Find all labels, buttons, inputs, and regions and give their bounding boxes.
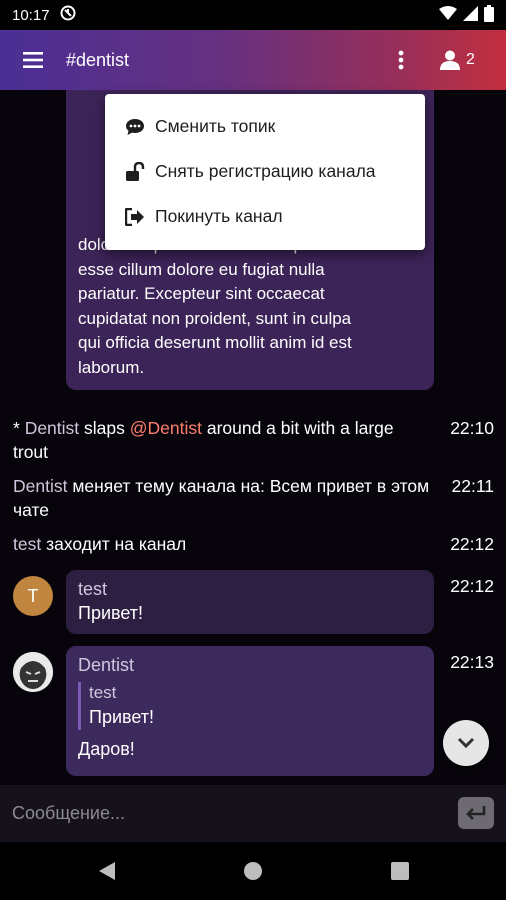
quote-text: Привет!	[89, 707, 155, 727]
menu-item-unregister-channel[interactable]: Снять регистрацию канала	[105, 149, 425, 194]
topic-nick[interactable]: Dentist	[13, 476, 67, 496]
message-bubble[interactable]: Dentist test Привет! Даров!	[66, 646, 434, 776]
chevron-down-icon	[457, 737, 475, 749]
timestamp: 22:11	[451, 476, 495, 496]
topic-change-message: Dentist меняет тему канала на: Всем прив…	[13, 474, 495, 522]
menu-item-label: Снять регистрацию канала	[155, 161, 376, 181]
users-button[interactable]: 2	[440, 30, 475, 90]
app-notification-icon	[60, 5, 76, 25]
message-line: esse cillum dolore eu fugiat nulla	[78, 259, 325, 279]
join-nick[interactable]: test	[13, 534, 41, 554]
message-line: laborum.	[78, 357, 145, 377]
status-time: 10:17	[12, 6, 50, 24]
scroll-down-button[interactable]	[443, 720, 489, 766]
recents-button[interactable]	[387, 858, 413, 884]
status-bar: 10:17	[0, 0, 506, 30]
join-message: test заходит на канал 22:12	[13, 532, 494, 556]
avatar-letter: T	[27, 585, 39, 606]
message-bubble[interactable]: test Привет!	[66, 570, 434, 634]
message-author: Dentist	[78, 655, 135, 675]
home-circle-icon	[244, 862, 262, 880]
sketch-face-icon	[13, 652, 53, 692]
wifi-icon	[439, 5, 457, 25]
message-line: qui officia deserunt mollit anim id est	[78, 333, 352, 352]
back-triangle-icon	[99, 862, 115, 880]
timestamp: 22:12	[450, 576, 494, 596]
more-vertical-icon	[398, 50, 404, 70]
message-input[interactable]	[12, 803, 442, 824]
action-text: slaps	[79, 418, 130, 438]
topic-text: меняет тему канала на: Всем привет в это…	[13, 476, 430, 520]
app-bar: #dentist 2	[0, 30, 506, 90]
menu-item-label: Сменить топик	[155, 116, 276, 136]
menu-item-label: Покинуть канал	[155, 206, 283, 226]
unlock-icon	[125, 161, 155, 182]
message-line: cupidatat non proident, sunt in culpa	[78, 308, 352, 328]
timestamp: 22:10	[450, 418, 494, 438]
quote-author: test	[89, 683, 117, 702]
recents-square-icon	[391, 862, 409, 880]
battery-icon	[484, 4, 494, 26]
message-line: pariatur. Excepteur sint occaecat	[78, 284, 325, 303]
user-count: 2	[466, 51, 475, 68]
join-text: заходит на канал	[41, 534, 187, 554]
menu-item-change-topic[interactable]: Сменить топик	[105, 104, 425, 149]
message-author: test	[78, 579, 108, 599]
message-text: Привет!	[78, 603, 144, 623]
channel-title: #dentist	[66, 49, 130, 70]
user-icon	[440, 50, 460, 70]
message-input-bar	[0, 785, 506, 842]
enter-key-icon	[466, 806, 486, 820]
action-prefix: *	[13, 418, 25, 438]
speech-bubble-icon	[125, 118, 155, 136]
home-button[interactable]	[240, 858, 266, 884]
system-nav-bar	[0, 842, 506, 900]
hamburger-icon	[23, 52, 43, 68]
send-button[interactable]	[458, 797, 494, 829]
message-text: Даров!	[78, 739, 135, 759]
timestamp: 22:12	[450, 534, 494, 554]
action-nick[interactable]: Dentist	[25, 418, 79, 438]
avatar[interactable]	[13, 652, 53, 692]
reply-quote[interactable]: test Привет!	[78, 682, 422, 730]
back-button[interactable]	[94, 858, 120, 884]
more-options-button[interactable]	[386, 30, 416, 90]
avatar[interactable]: T	[13, 576, 53, 616]
exit-icon	[125, 207, 155, 226]
hamburger-menu-button[interactable]	[0, 30, 66, 90]
signal-icon	[463, 5, 478, 25]
menu-item-leave-channel[interactable]: Покинуть канал	[105, 194, 425, 239]
action-message: * Dentist slaps @Dentist around a bit wi…	[13, 416, 494, 464]
mention[interactable]: @Dentist	[130, 418, 202, 438]
channel-options-menu: Сменить топик Снять регистрацию канала П…	[105, 94, 425, 250]
timestamp: 22:13	[450, 652, 494, 672]
